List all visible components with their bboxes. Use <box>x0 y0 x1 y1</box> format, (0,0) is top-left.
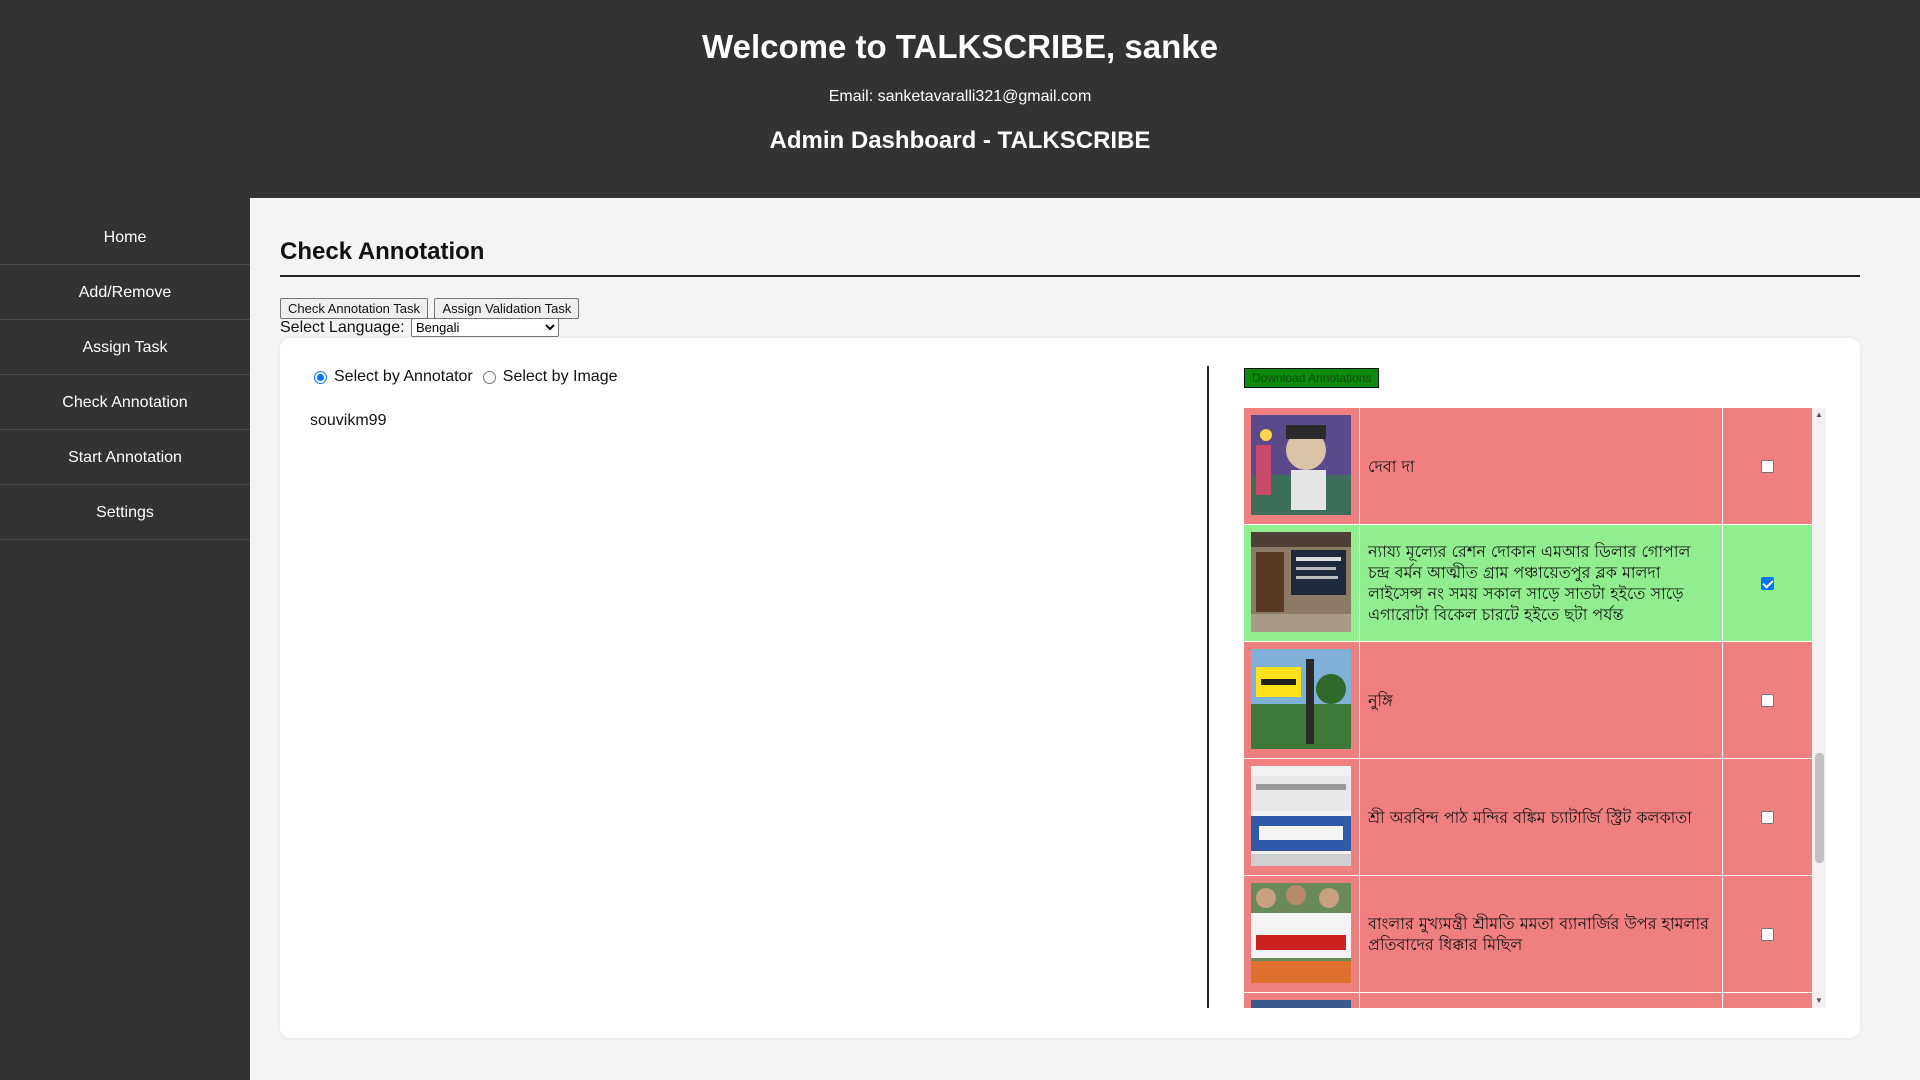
annotation-thumbnail[interactable] <box>1251 415 1351 515</box>
annotation-thumbnail[interactable] <box>1251 766 1351 866</box>
check-cell <box>1723 642 1812 758</box>
language-select[interactable]: Bengali <box>411 318 559 337</box>
task-buttons: Check Annotation Task Assign Validation … <box>280 298 581 319</box>
sidebar-item-check-annotation[interactable]: Check Annotation <box>0 375 250 430</box>
filter-options: Select by Annotator Select by Image <box>314 368 628 386</box>
dashboard-subtitle: Admin Dashboard - TALKSCRIBE <box>769 127 1151 154</box>
annotation-text <box>1360 993 1723 1008</box>
validate-checkbox[interactable] <box>1761 576 1774 590</box>
annotation-text: ন্যায্য মূল্যের রেশন দোকান এমআর ডিলার গো… <box>1360 525 1723 641</box>
sidebar-item-assign-task[interactable]: Assign Task <box>0 320 250 375</box>
image-cell <box>1244 408 1360 525</box>
page-title: Check Annotation <box>280 238 485 265</box>
check-annotation-task-button[interactable]: Check Annotation Task <box>280 298 429 319</box>
select-by-annotator-label: Select by Annotator <box>334 368 473 385</box>
annotation-thumbnail[interactable] <box>1251 883 1351 983</box>
sidebar: Home Add/Remove Assign Task Check Annota… <box>0 198 250 1080</box>
main-content: Check Annotation Check Annotation Task A… <box>250 198 1920 1080</box>
annotation-thumbnail[interactable] <box>1251 649 1351 749</box>
sidebar-item-home[interactable]: Home <box>0 210 250 265</box>
sidebar-item-settings[interactable]: Settings <box>0 485 250 540</box>
table-row: শ্রী অরবিন্দ পাঠ মন্দির বঙ্কিম চ্যাটার্জ… <box>1244 759 1812 876</box>
image-cell <box>1244 642 1360 759</box>
validate-checkbox[interactable] <box>1761 810 1774 824</box>
table-row: নুঙ্গি <box>1244 642 1812 759</box>
scroll-up-arrow-icon[interactable]: ▲ <box>1812 408 1826 422</box>
validate-checkbox[interactable] <box>1761 927 1774 941</box>
download-annotations-button[interactable]: Download Annotations <box>1244 368 1380 388</box>
image-cell <box>1244 993 1360 1008</box>
image-cell <box>1244 525 1360 642</box>
select-by-annotator-radio[interactable] <box>314 370 327 384</box>
table-row: বাংলার মুখ্যমন্ত্রী শ্রীমতি মমতা ব্যানার… <box>1244 876 1812 993</box>
check-cell <box>1723 993 1812 1008</box>
check-cell <box>1723 408 1812 524</box>
annotation-table: দেবা দা ন্যায্য মূল্যের রেশন দোকান এমআর … <box>1244 408 1826 1008</box>
annotation-thumbnail[interactable] <box>1251 532 1351 632</box>
annotator-item[interactable]: souvikm99 <box>310 412 386 430</box>
panel-divider <box>1207 366 1209 1008</box>
scroll-thumb[interactable] <box>1815 753 1824 863</box>
check-cell <box>1723 759 1812 875</box>
language-row: Select Language: Bengali <box>280 318 559 337</box>
table-scrollbar[interactable]: ▲ ▼ <box>1812 408 1826 1008</box>
assign-validation-task-button[interactable]: Assign Validation Task <box>434 298 580 319</box>
sidebar-item-start-annotation[interactable]: Start Annotation <box>0 430 250 485</box>
filter-panel: Select by Annotator Select by Image souv… <box>280 338 1210 1038</box>
annotation-text: বাংলার মুখ্যমন্ত্রী শ্রীমতি মমতা ব্যানার… <box>1360 876 1723 992</box>
table-row: ন্যায্য মূল্যের রেশন দোকান এমআর ডিলার গো… <box>1244 525 1812 642</box>
annotation-text: নুঙ্গি <box>1360 642 1723 758</box>
annotation-thumbnail[interactable] <box>1251 1000 1351 1008</box>
table-row: দেবা দা <box>1244 408 1812 525</box>
validate-checkbox[interactable] <box>1761 693 1774 707</box>
image-cell <box>1244 759 1360 876</box>
annotation-text: দেবা দা <box>1360 408 1723 524</box>
user-email: Email: sanketavaralli321@gmail.com <box>828 88 1092 105</box>
annotation-text: শ্রী অরবিন্দ পাঠ মন্দির বঙ্কিম চ্যাটার্জ… <box>1360 759 1723 875</box>
check-cell <box>1723 525 1812 641</box>
app-header: Welcome to TALKSCRIBE, sanke Email: sank… <box>0 0 1920 198</box>
welcome-title: Welcome to TALKSCRIBE, sanke <box>702 28 1218 65</box>
select-by-image-label: Select by Image <box>502 368 618 385</box>
select-by-image-radio[interactable] <box>482 370 496 384</box>
sidebar-item-add-remove[interactable]: Add/Remove <box>0 265 250 320</box>
validate-checkbox[interactable] <box>1761 459 1774 473</box>
check-cell <box>1723 876 1812 992</box>
table-row <box>1244 993 1812 1008</box>
scroll-down-arrow-icon[interactable]: ▼ <box>1812 994 1826 1008</box>
image-cell <box>1244 876 1360 993</box>
language-label: Select Language: <box>280 319 405 336</box>
title-divider <box>280 275 1860 277</box>
annotation-card: Select by Annotator Select by Image souv… <box>280 338 1860 1038</box>
